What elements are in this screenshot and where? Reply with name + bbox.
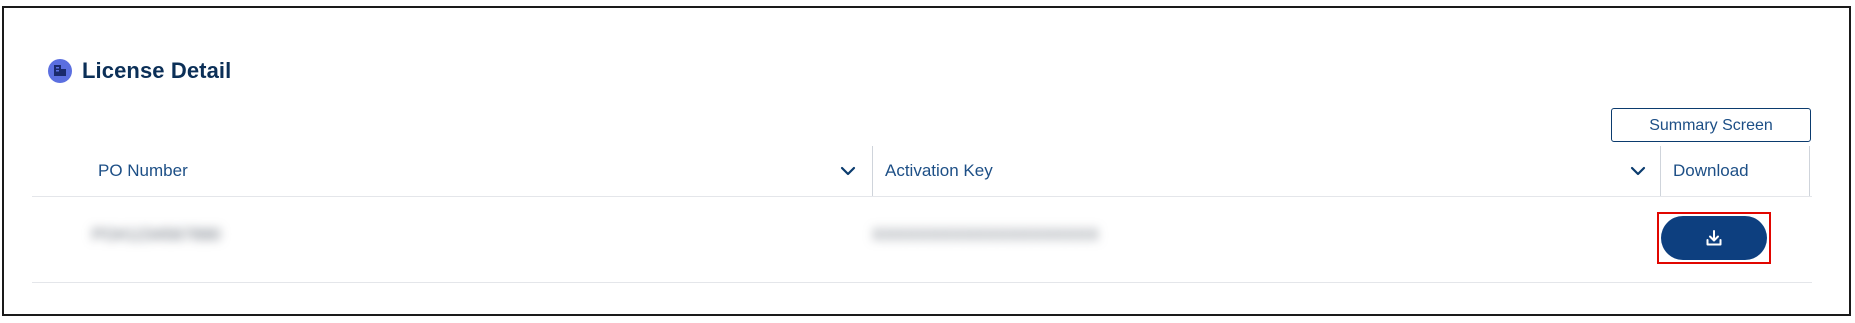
license-detail-card: License Detail Summary Screen PO Number … (2, 6, 1851, 316)
download-icon (1706, 230, 1722, 246)
activation-key-cell: XXXXXXXXXXXXXXXXXXXX (872, 225, 1099, 244)
column-header-po-number[interactable]: PO Number (98, 146, 888, 196)
card-header: License Detail (48, 58, 231, 84)
column-header-download: Download (1660, 146, 1810, 196)
page-title: License Detail (82, 58, 232, 83)
po-number-cell: PO#1234567890 (92, 225, 221, 244)
table-header: PO Number Activation Key Download (32, 146, 1812, 197)
column-header-activation-key[interactable]: Activation Key (872, 146, 1662, 196)
license-icon (48, 59, 72, 83)
column-label: PO Number (98, 161, 188, 180)
download-highlight (1657, 212, 1771, 264)
summary-screen-button[interactable]: Summary Screen (1611, 108, 1811, 142)
license-table: PO Number Activation Key Download PO#123… (32, 146, 1812, 283)
download-button[interactable] (1661, 216, 1767, 260)
chevron-down-icon[interactable] (1628, 161, 1648, 181)
column-label: Activation Key (885, 161, 993, 180)
table-row: PO#1234567890 XXXXXXXXXXXXXXXXXXXX (32, 197, 1812, 283)
column-label: Download (1673, 161, 1749, 180)
chevron-down-icon[interactable] (838, 161, 858, 181)
